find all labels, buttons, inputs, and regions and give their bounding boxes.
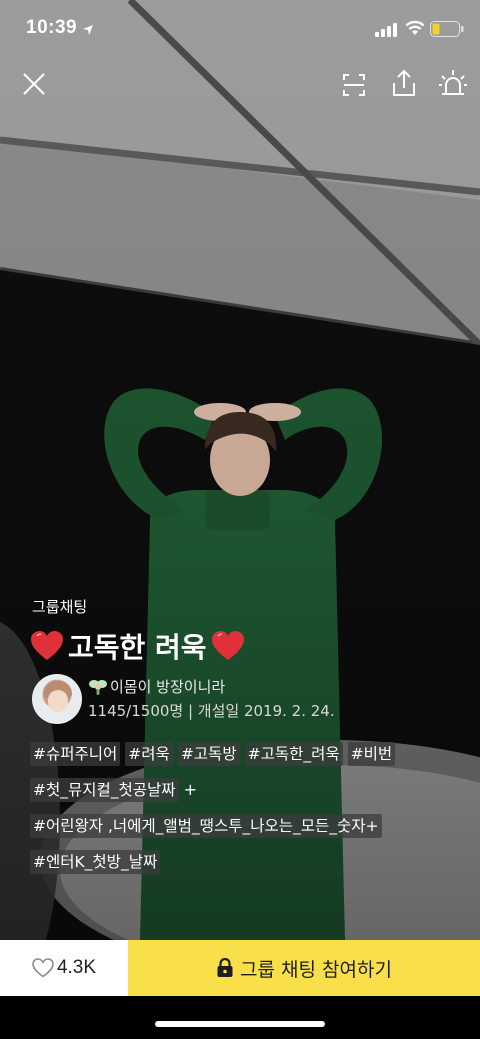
siren-icon (439, 70, 467, 95)
close-icon (23, 73, 45, 95)
hashtag[interactable]: #려욱 (125, 742, 173, 766)
hashtag[interactable]: #첫_뮤지컬_첫공날짜 (30, 778, 179, 802)
tag-plus: + (183, 780, 197, 799)
scan-button[interactable] (339, 70, 369, 100)
status-bar: 10:39 (0, 0, 480, 60)
close-button[interactable] (20, 70, 48, 98)
hashtag-list: #슈퍼주니어 #려욱 #고독방 #고독한_려욱 #비번 #첫_뮤지컬_첫공날짜 … (30, 742, 460, 886)
hashtag[interactable]: #고독방 (177, 742, 240, 766)
wifi-icon (405, 20, 425, 40)
chat-title-text: 고독한 려욱 (68, 631, 207, 664)
report-button[interactable] (438, 68, 468, 100)
host-avatar[interactable] (32, 674, 82, 724)
join-chat-button[interactable]: 그룹 채팅 참여하기 (128, 940, 480, 996)
chat-title: 고독한 려욱 (30, 626, 245, 666)
chat-meta: 1145/1500명 | 개설일 2019. 2. 24. (88, 702, 335, 720)
fairy-icon (89, 679, 107, 695)
scan-icon (343, 74, 365, 96)
tag-line: #슈퍼주니어 #려욱 #고독방 #고독한_려욱 #비번 (30, 742, 460, 778)
hashtag[interactable]: #엔터K_첫방_날짜 (30, 850, 161, 874)
host-name-row: 이몸이 방장이니라 (88, 676, 225, 697)
red-heart-icon (211, 631, 244, 660)
status-time: 10:39 (26, 17, 78, 38)
bottom-action-bar: 4.3K 그룹 채팅 참여하기 (0, 940, 480, 996)
lock-icon (217, 958, 233, 977)
chat-type-label: 그룹채팅 (32, 598, 88, 616)
hashtag[interactable]: #고독한_려욱 (244, 742, 343, 766)
share-button[interactable] (389, 68, 419, 100)
hashtag[interactable]: #슈퍼주니어 (30, 742, 121, 766)
red-heart-icon (31, 631, 63, 660)
tag-line: #첫_뮤지컬_첫공날짜 + (30, 778, 460, 814)
heart-outline-icon (32, 958, 54, 978)
hashtag[interactable]: #비번 (347, 742, 396, 766)
cellular-signal-icon (375, 22, 397, 41)
location-arrow-icon (82, 21, 94, 40)
host-name: 이몸이 방장이니라 (110, 678, 226, 696)
join-button-label: 그룹 채팅 참여하기 (240, 958, 392, 981)
tag-line: #엔터K_첫방_날짜 (30, 850, 460, 886)
home-indicator[interactable] (155, 1021, 325, 1027)
hashtag[interactable]: #어린왕자 ,너에게_앨범_땡스투_나오는_모든_숫자+ (30, 814, 382, 838)
like-button[interactable]: 4.3K (0, 940, 128, 996)
battery-icon (430, 21, 464, 41)
host-info: 이몸이 방장이니라 1145/1500명 | 개설일 2019. 2. 24. (32, 674, 452, 724)
tag-line: #어린왕자 ,너에게_앨범_땡스투_나오는_모든_숫자+ (30, 814, 460, 850)
share-icon (393, 69, 415, 96)
like-count: 4.3K (56, 957, 97, 978)
